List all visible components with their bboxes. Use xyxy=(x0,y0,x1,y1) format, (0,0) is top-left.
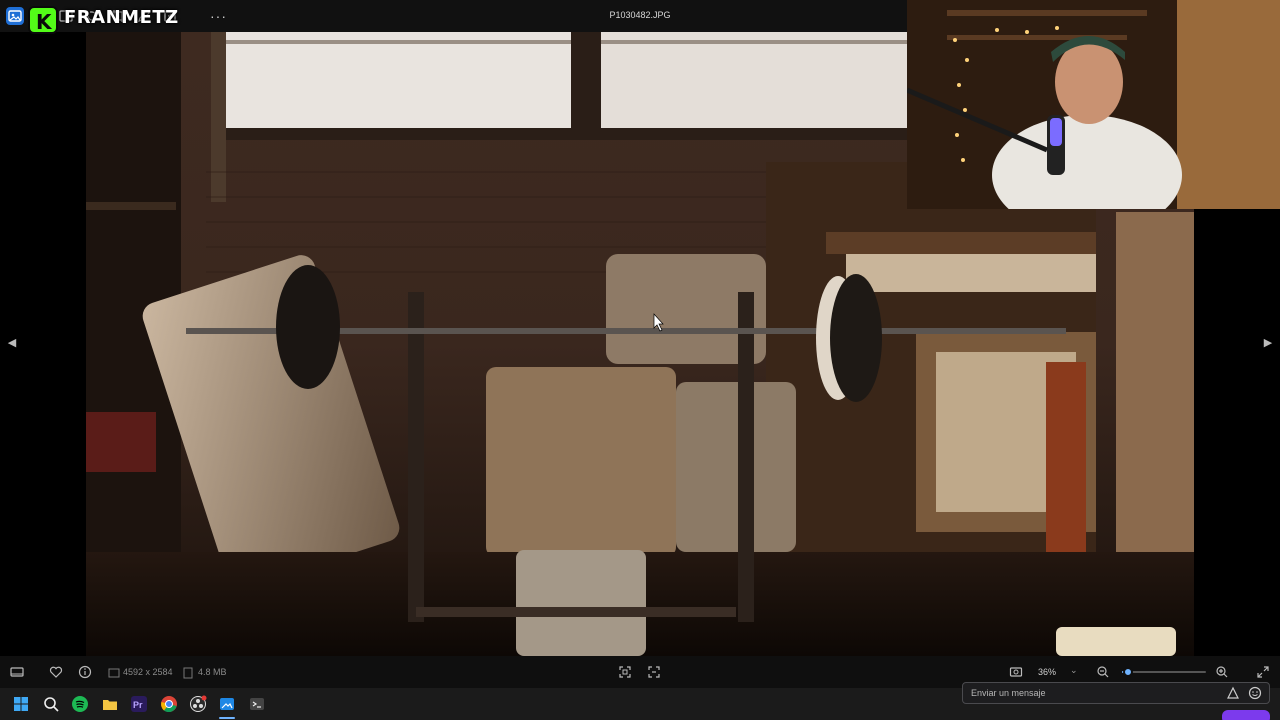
zoom-slider-thumb[interactable] xyxy=(1122,667,1133,677)
zoom-level[interactable]: 36% xyxy=(1038,667,1056,677)
svg-text:Pr: Pr xyxy=(133,700,143,710)
kick-logo: K xyxy=(28,6,58,34)
file-size: 4.8 MB xyxy=(198,667,227,677)
zoom-dropdown-chevron-icon[interactable]: ⌄ xyxy=(1070,665,1078,676)
kick-logo-letter: K xyxy=(36,10,52,34)
actual-size-icon[interactable] xyxy=(646,664,662,680)
more-options-button[interactable]: ··· xyxy=(210,8,227,24)
spotify-icon[interactable] xyxy=(71,695,89,713)
terminal-icon[interactable] xyxy=(248,695,266,713)
next-photo-button[interactable]: ▶ xyxy=(1262,336,1274,352)
active-app-indicator xyxy=(219,717,235,719)
screenshot-icon[interactable] xyxy=(1008,664,1024,680)
chat-input-placeholder: Enviar un mensaje xyxy=(971,688,1046,698)
photos-app-icon xyxy=(6,7,24,25)
file-explorer-icon[interactable] xyxy=(101,695,119,713)
previous-photo-button[interactable]: ◀ xyxy=(6,336,18,352)
image-size-icon xyxy=(106,665,122,681)
chat-send-button[interactable] xyxy=(1222,710,1270,720)
file-name: P1030482.JPG xyxy=(609,10,671,20)
chat-input[interactable]: Enviar un mensaje xyxy=(962,682,1270,704)
obs-icon[interactable] xyxy=(189,695,207,713)
chrome-icon[interactable] xyxy=(160,695,178,713)
fit-screen-icon[interactable] xyxy=(617,664,633,680)
webcam-overlay xyxy=(907,0,1280,209)
premiere-pro-icon[interactable]: Pr xyxy=(130,695,148,713)
favorite-heart-icon[interactable] xyxy=(48,664,64,680)
zoom-out-icon[interactable] xyxy=(1095,664,1111,680)
emoji-icon[interactable] xyxy=(1248,686,1262,700)
zoom-slider[interactable] xyxy=(1122,667,1206,677)
zoom-in-icon[interactable] xyxy=(1214,664,1230,680)
photos-app-taskbar-icon[interactable] xyxy=(218,695,236,713)
image-dimensions: 4592 x 2584 xyxy=(123,667,173,677)
chat-badges xyxy=(975,712,1015,720)
emote-icon[interactable] xyxy=(1226,686,1240,700)
streamer-name: FRANMETZ xyxy=(64,7,179,28)
filmstrip-icon[interactable] xyxy=(9,664,25,680)
search-icon[interactable] xyxy=(42,695,60,713)
file-size-icon xyxy=(180,665,196,681)
windows-start-icon[interactable] xyxy=(12,695,30,713)
fullscreen-icon[interactable] xyxy=(1255,664,1271,680)
info-icon[interactable] xyxy=(77,664,93,680)
